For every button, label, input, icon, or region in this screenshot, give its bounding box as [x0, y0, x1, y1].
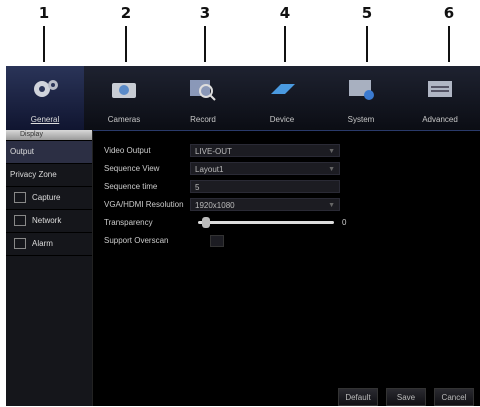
tab-label: Cameras [107, 115, 141, 124]
chevron-down-icon: ▼ [328, 148, 335, 155]
sidebar-item-privacy-zone[interactable]: Privacy Zone [6, 164, 92, 187]
default-button-label: Default [345, 393, 371, 402]
callout-5: 5 [355, 4, 379, 62]
callout-label: 3 [199, 4, 211, 22]
transparency-slider-track[interactable] [198, 221, 334, 224]
record-search-icon [190, 80, 216, 101]
dvr-settings-screen: General Cameras Record Device System Adv… [6, 66, 480, 406]
cancel-button[interactable]: Cancel [434, 388, 474, 406]
tab-label: Advanced [422, 115, 458, 124]
capture-icon [14, 192, 26, 204]
save-button[interactable]: Save [386, 388, 426, 406]
callout-6: 6 [437, 4, 461, 62]
transparency-label: Transparency [104, 218, 153, 227]
sequence-view-select[interactable]: Layout1 ▼ [190, 162, 340, 175]
cancel-button-label: Cancel [441, 393, 467, 402]
sidebar-item-label: Network [32, 216, 62, 225]
top-menu-bar: General Cameras Record Device System Adv… [6, 66, 480, 131]
callout-2: 2 [114, 4, 138, 62]
tab-label: General [30, 115, 60, 124]
video-output-select[interactable]: LIVE-OUT ▼ [190, 144, 340, 157]
tab-device[interactable]: Device [243, 66, 321, 130]
gears-icon [34, 80, 58, 97]
save-button-label: Save [396, 393, 416, 402]
callout-1: 1 [32, 4, 56, 62]
chevron-down-icon: ▼ [328, 166, 335, 173]
callout-3: 3 [193, 4, 217, 62]
sequence-view-value: Layout1 [195, 165, 224, 174]
sidebar-item-network[interactable]: Network [6, 210, 92, 233]
system-icon [349, 80, 374, 100]
alarm-icon [14, 238, 26, 250]
transparency-row: Transparency 0 [98, 216, 358, 230]
resolution-label: VGA/HDMI Resolution [104, 200, 184, 209]
sidebar-header-display[interactable]: Display [6, 130, 92, 141]
sequence-time-value: 5 [195, 183, 200, 192]
sidebar-item-label: Alarm [32, 239, 53, 248]
callout-label: 1 [38, 4, 50, 22]
transparency-slider-knob[interactable] [202, 217, 210, 228]
callout-label: 4 [279, 4, 291, 22]
network-icon [14, 215, 26, 227]
sidebar-item-label: Output [10, 147, 35, 156]
tab-label: System [347, 115, 375, 124]
sidebar-item-label: Privacy Zone [10, 170, 57, 179]
callout-label: 2 [120, 4, 132, 22]
sidebar-item-capture[interactable]: Capture [6, 187, 92, 210]
support-overscan-label: Support Overscan [104, 236, 169, 245]
sidebar-item-label: Capture [32, 193, 61, 202]
video-output-value: LIVE-OUT [195, 147, 232, 156]
transparency-value: 0 [342, 218, 347, 227]
resolution-select[interactable]: 1920x1080 ▼ [190, 198, 340, 211]
video-output-label: Video Output [104, 146, 151, 155]
camera-icon [112, 83, 136, 98]
sidebar-item-alarm[interactable]: Alarm [6, 233, 92, 256]
tab-general[interactable]: General [6, 66, 84, 130]
support-overscan-row: Support Overscan [98, 234, 298, 248]
tab-advanced[interactable]: Advanced [401, 66, 479, 130]
callout-4: 4 [273, 4, 297, 62]
tab-system[interactable]: System [322, 66, 400, 130]
device-icon [271, 84, 295, 94]
sequence-time-label: Sequence time [104, 182, 158, 191]
sequence-time-input[interactable]: 5 [190, 180, 340, 193]
resolution-value: 1920x1080 [195, 201, 235, 210]
chevron-down-icon: ▼ [328, 202, 335, 209]
support-overscan-checkbox[interactable] [210, 235, 224, 247]
sidebar: Display Output Privacy Zone Capture Netw… [6, 130, 93, 406]
tab-cameras[interactable]: Cameras [85, 66, 163, 130]
sequence-view-label: Sequence View [104, 164, 160, 173]
sidebar-header-label: Display [20, 131, 43, 138]
tab-label: Record [190, 115, 216, 124]
callout-label: 6 [443, 4, 455, 22]
tab-record[interactable]: Record [164, 66, 242, 130]
sidebar-item-output[interactable]: Output [6, 141, 92, 164]
tab-label: Device [269, 115, 295, 124]
advanced-icon [428, 81, 452, 97]
settings-form: Video Output LIVE-OUT ▼ Sequence View Lay… [98, 144, 478, 394]
callout-numbers: 1 2 3 4 5 6 [0, 0, 480, 64]
callout-label: 5 [361, 4, 373, 22]
default-button[interactable]: Default [338, 388, 378, 406]
